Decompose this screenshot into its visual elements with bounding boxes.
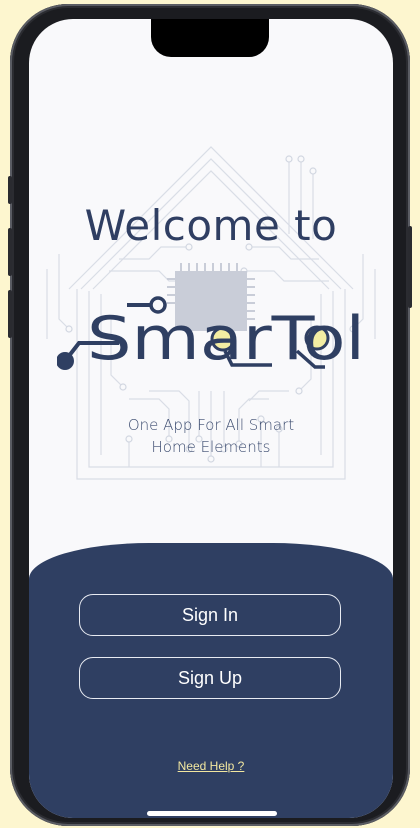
app-screen: Welcome to SmarTol One App For All Smart… [29, 19, 393, 818]
sign-in-button[interactable]: Sign In [79, 594, 341, 636]
home-indicator[interactable] [147, 811, 277, 816]
phone-volume-down [8, 290, 12, 338]
phone-notch [151, 19, 269, 57]
phone-silent-switch [8, 176, 12, 204]
smartol-logo: SmarTol [57, 296, 365, 374]
circuit-house-background [46, 146, 376, 480]
logo-wordmark: SmarTol [87, 304, 365, 374]
phone-power-button [408, 226, 412, 308]
sign-up-button[interactable]: Sign Up [79, 657, 341, 699]
tagline-line-2: Home Elements [151, 438, 271, 456]
tagline-line-1: One App For All Smart [127, 416, 295, 434]
phone-volume-up [8, 228, 12, 276]
welcome-heading: Welcome to [84, 201, 338, 250]
tagline: One App For All Smart Home Elements [101, 414, 321, 458]
need-help-link[interactable]: Need Help ? [29, 759, 393, 773]
